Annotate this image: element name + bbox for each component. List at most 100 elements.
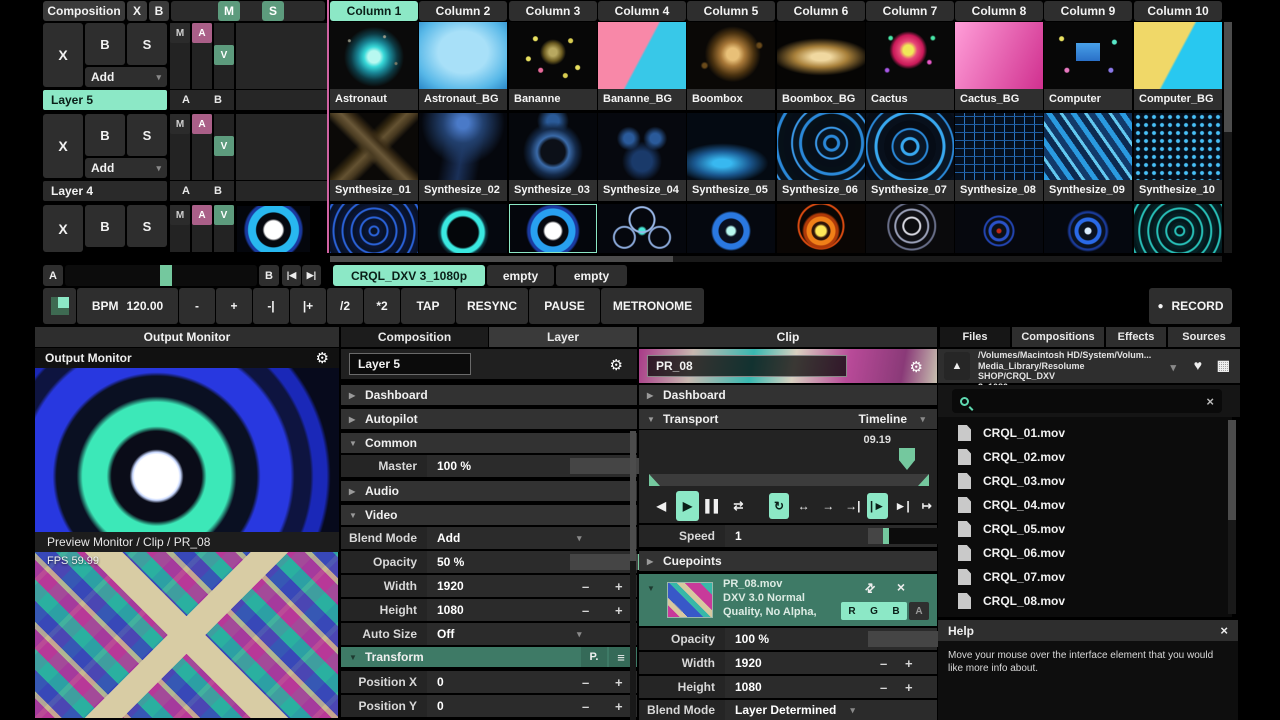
decrement-button[interactable]: – bbox=[582, 599, 589, 621]
increment-button[interactable]: + bbox=[615, 599, 623, 621]
deck-tab[interactable]: empty bbox=[556, 265, 627, 286]
file-list-item[interactable]: CRQL_04.mov bbox=[938, 493, 1232, 517]
composition-master-s-button[interactable]: S bbox=[262, 1, 284, 21]
play-once-hold-icon[interactable]: →| bbox=[843, 493, 864, 519]
layer-a-assign-button[interactable]: A bbox=[182, 94, 190, 106]
file-list-scrollbar[interactable] bbox=[1228, 420, 1236, 614]
layer-m-button[interactable]: M bbox=[170, 205, 190, 225]
file-list-item[interactable]: CRQL_02.mov bbox=[938, 445, 1232, 469]
clip-thumbnail[interactable] bbox=[1134, 113, 1222, 180]
tab-composition[interactable]: Composition bbox=[341, 327, 488, 347]
next-clip-icon[interactable]: ►| bbox=[892, 493, 913, 519]
clip-name-label[interactable]: Synthesize_01 bbox=[330, 180, 418, 201]
height-value[interactable]: 1080 bbox=[437, 603, 464, 617]
clip-name-label[interactable]: Synthesize_07 bbox=[866, 180, 954, 201]
layer-blend-dropdown[interactable]: Add▾ bbox=[85, 67, 167, 87]
path-dropdown-icon[interactable]: ▾ bbox=[1170, 361, 1176, 374]
composition-bypass-button[interactable]: B bbox=[149, 1, 169, 21]
channel-g-button[interactable]: G bbox=[863, 602, 885, 620]
file-list-item[interactable]: CRQL_08.mov bbox=[938, 589, 1232, 613]
master-value[interactable]: 100 % bbox=[437, 459, 471, 473]
out-point-handle[interactable] bbox=[918, 474, 929, 486]
clip-thumbnail[interactable] bbox=[777, 22, 865, 89]
nudge-down-button[interactable]: -| bbox=[253, 288, 289, 324]
clip-thumbnail[interactable] bbox=[330, 204, 418, 253]
clip-thumbnail[interactable] bbox=[1134, 204, 1222, 253]
decrement-button[interactable]: – bbox=[582, 695, 589, 717]
clip-name-label[interactable]: Cactus_BG bbox=[955, 89, 1043, 110]
layer-bypass-button[interactable]: B bbox=[85, 23, 125, 65]
layer-panel-scrollbar[interactable] bbox=[630, 431, 636, 720]
column-header-button[interactable]: Column 7 bbox=[866, 1, 954, 21]
column-header-button[interactable]: Column 1 bbox=[330, 1, 418, 21]
pause-icon[interactable]: ▌▌ bbox=[703, 493, 724, 519]
section-cuepoints[interactable]: ▶ Cuepoints bbox=[639, 551, 937, 571]
clip-thumbnail[interactable] bbox=[955, 22, 1043, 89]
layer-clear-button[interactable]: X bbox=[43, 114, 83, 178]
channel-b-button[interactable]: B bbox=[885, 602, 907, 620]
next-column-icon[interactable]: ▶| bbox=[302, 265, 321, 286]
loop-icon[interactable]: ↻ bbox=[769, 493, 790, 519]
timeline-track[interactable] bbox=[649, 474, 929, 486]
clip-thumbnail[interactable] bbox=[1134, 22, 1222, 89]
layer-blend-dropdown[interactable]: Add▾ bbox=[85, 158, 167, 178]
output-monitor-gear-icon[interactable]: ⚙ bbox=[316, 349, 329, 367]
clip-thumbnail[interactable] bbox=[866, 204, 954, 253]
layer-v-button[interactable]: V bbox=[214, 45, 234, 65]
layer-bypass-button[interactable]: B bbox=[85, 205, 125, 247]
section-clip-dashboard[interactable]: ▶ Dashboard bbox=[639, 385, 937, 405]
layer-active-clip-thumbnail[interactable] bbox=[237, 206, 310, 252]
section-transform[interactable]: ▼ Transform P. ≡ bbox=[341, 647, 637, 667]
clip-name-label[interactable]: Bananne bbox=[509, 89, 597, 110]
path-line-1[interactable]: /Volumes/Macintosh HD/System/Volum... bbox=[978, 350, 1154, 361]
transform-params-button[interactable]: P. bbox=[581, 647, 607, 667]
clip-thumbnail[interactable] bbox=[687, 22, 775, 89]
section-autopilot[interactable]: ▶ Autopilot bbox=[341, 409, 637, 429]
column-header-button[interactable]: Column 10 bbox=[1134, 1, 1222, 21]
view-mode-icon[interactable]: ▦ bbox=[1217, 357, 1230, 374]
clip-thumbnail[interactable] bbox=[1044, 204, 1132, 253]
bpm-increase-button[interactable]: + bbox=[216, 288, 252, 324]
file-list-item[interactable]: CRQL_05.mov bbox=[938, 517, 1232, 541]
file-list-item[interactable]: CRQL_03.mov bbox=[938, 469, 1232, 493]
layer-a-button[interactable]: A bbox=[192, 23, 212, 43]
transport-mode-value[interactable]: Timeline bbox=[859, 412, 907, 426]
auto-size-value[interactable]: Off bbox=[437, 627, 454, 641]
clip-thumbnail[interactable] bbox=[955, 113, 1043, 180]
layer-m-button[interactable]: M bbox=[170, 114, 190, 134]
deck-tab[interactable]: CRQL_DXV 3_1080p bbox=[333, 265, 485, 286]
in-point-handle[interactable] bbox=[649, 474, 660, 486]
bpm-decrease-button[interactable]: - bbox=[179, 288, 215, 324]
crossfader-b-button[interactable]: B bbox=[259, 265, 279, 286]
height-value[interactable]: 1080 bbox=[735, 680, 762, 694]
clip-thumbnail[interactable] bbox=[419, 22, 507, 89]
layer-a-button[interactable]: A bbox=[192, 205, 212, 225]
clip-thumbnail[interactable] bbox=[1044, 113, 1132, 180]
opacity-value[interactable]: 100 % bbox=[735, 632, 769, 646]
grid-horizontal-scrollbar[interactable] bbox=[330, 256, 1222, 262]
clip-thumbnail[interactable] bbox=[330, 113, 418, 180]
width-value[interactable]: 1920 bbox=[735, 656, 762, 670]
clip-name-label[interactable]: Synthesize_08 bbox=[955, 180, 1043, 201]
hold-icon[interactable]: |► bbox=[867, 493, 888, 519]
clip-name-label[interactable]: Astronaut_BG bbox=[419, 89, 507, 110]
clip-thumbnail[interactable] bbox=[419, 113, 507, 180]
bounce-icon[interactable]: ↔ bbox=[793, 493, 814, 519]
column-header-button[interactable]: Column 8 bbox=[955, 1, 1043, 21]
up-directory-button[interactable]: ▲ bbox=[944, 352, 970, 380]
preview-monitor-title[interactable]: Preview Monitor / Clip / PR_08 bbox=[47, 535, 210, 549]
layer-name-input[interactable]: Layer 5 bbox=[349, 353, 471, 375]
section-transport[interactable]: ▼ Transport Timeline ▾ bbox=[639, 409, 937, 429]
bpm-double-button[interactable]: *2 bbox=[364, 288, 400, 324]
clip-panel-title[interactable]: Clip bbox=[639, 327, 937, 347]
clip-name-label[interactable]: Synthesize_10 bbox=[1134, 180, 1222, 201]
path-line-2[interactable]: Media_Library/Resolume SHOP/CRQL_DXV bbox=[978, 361, 1154, 382]
increment-button[interactable]: + bbox=[615, 575, 623, 597]
clip-thumbnail[interactable] bbox=[509, 113, 597, 180]
channel-a-button[interactable]: A bbox=[909, 602, 929, 620]
layer-a-assign-button[interactable]: A bbox=[182, 185, 190, 197]
layer-v-button[interactable]: V bbox=[214, 136, 234, 156]
deck-tab[interactable]: empty bbox=[487, 265, 554, 286]
tab-files[interactable]: Files bbox=[940, 327, 1010, 347]
file-list-item[interactable]: CRQL_06.mov bbox=[938, 541, 1232, 565]
